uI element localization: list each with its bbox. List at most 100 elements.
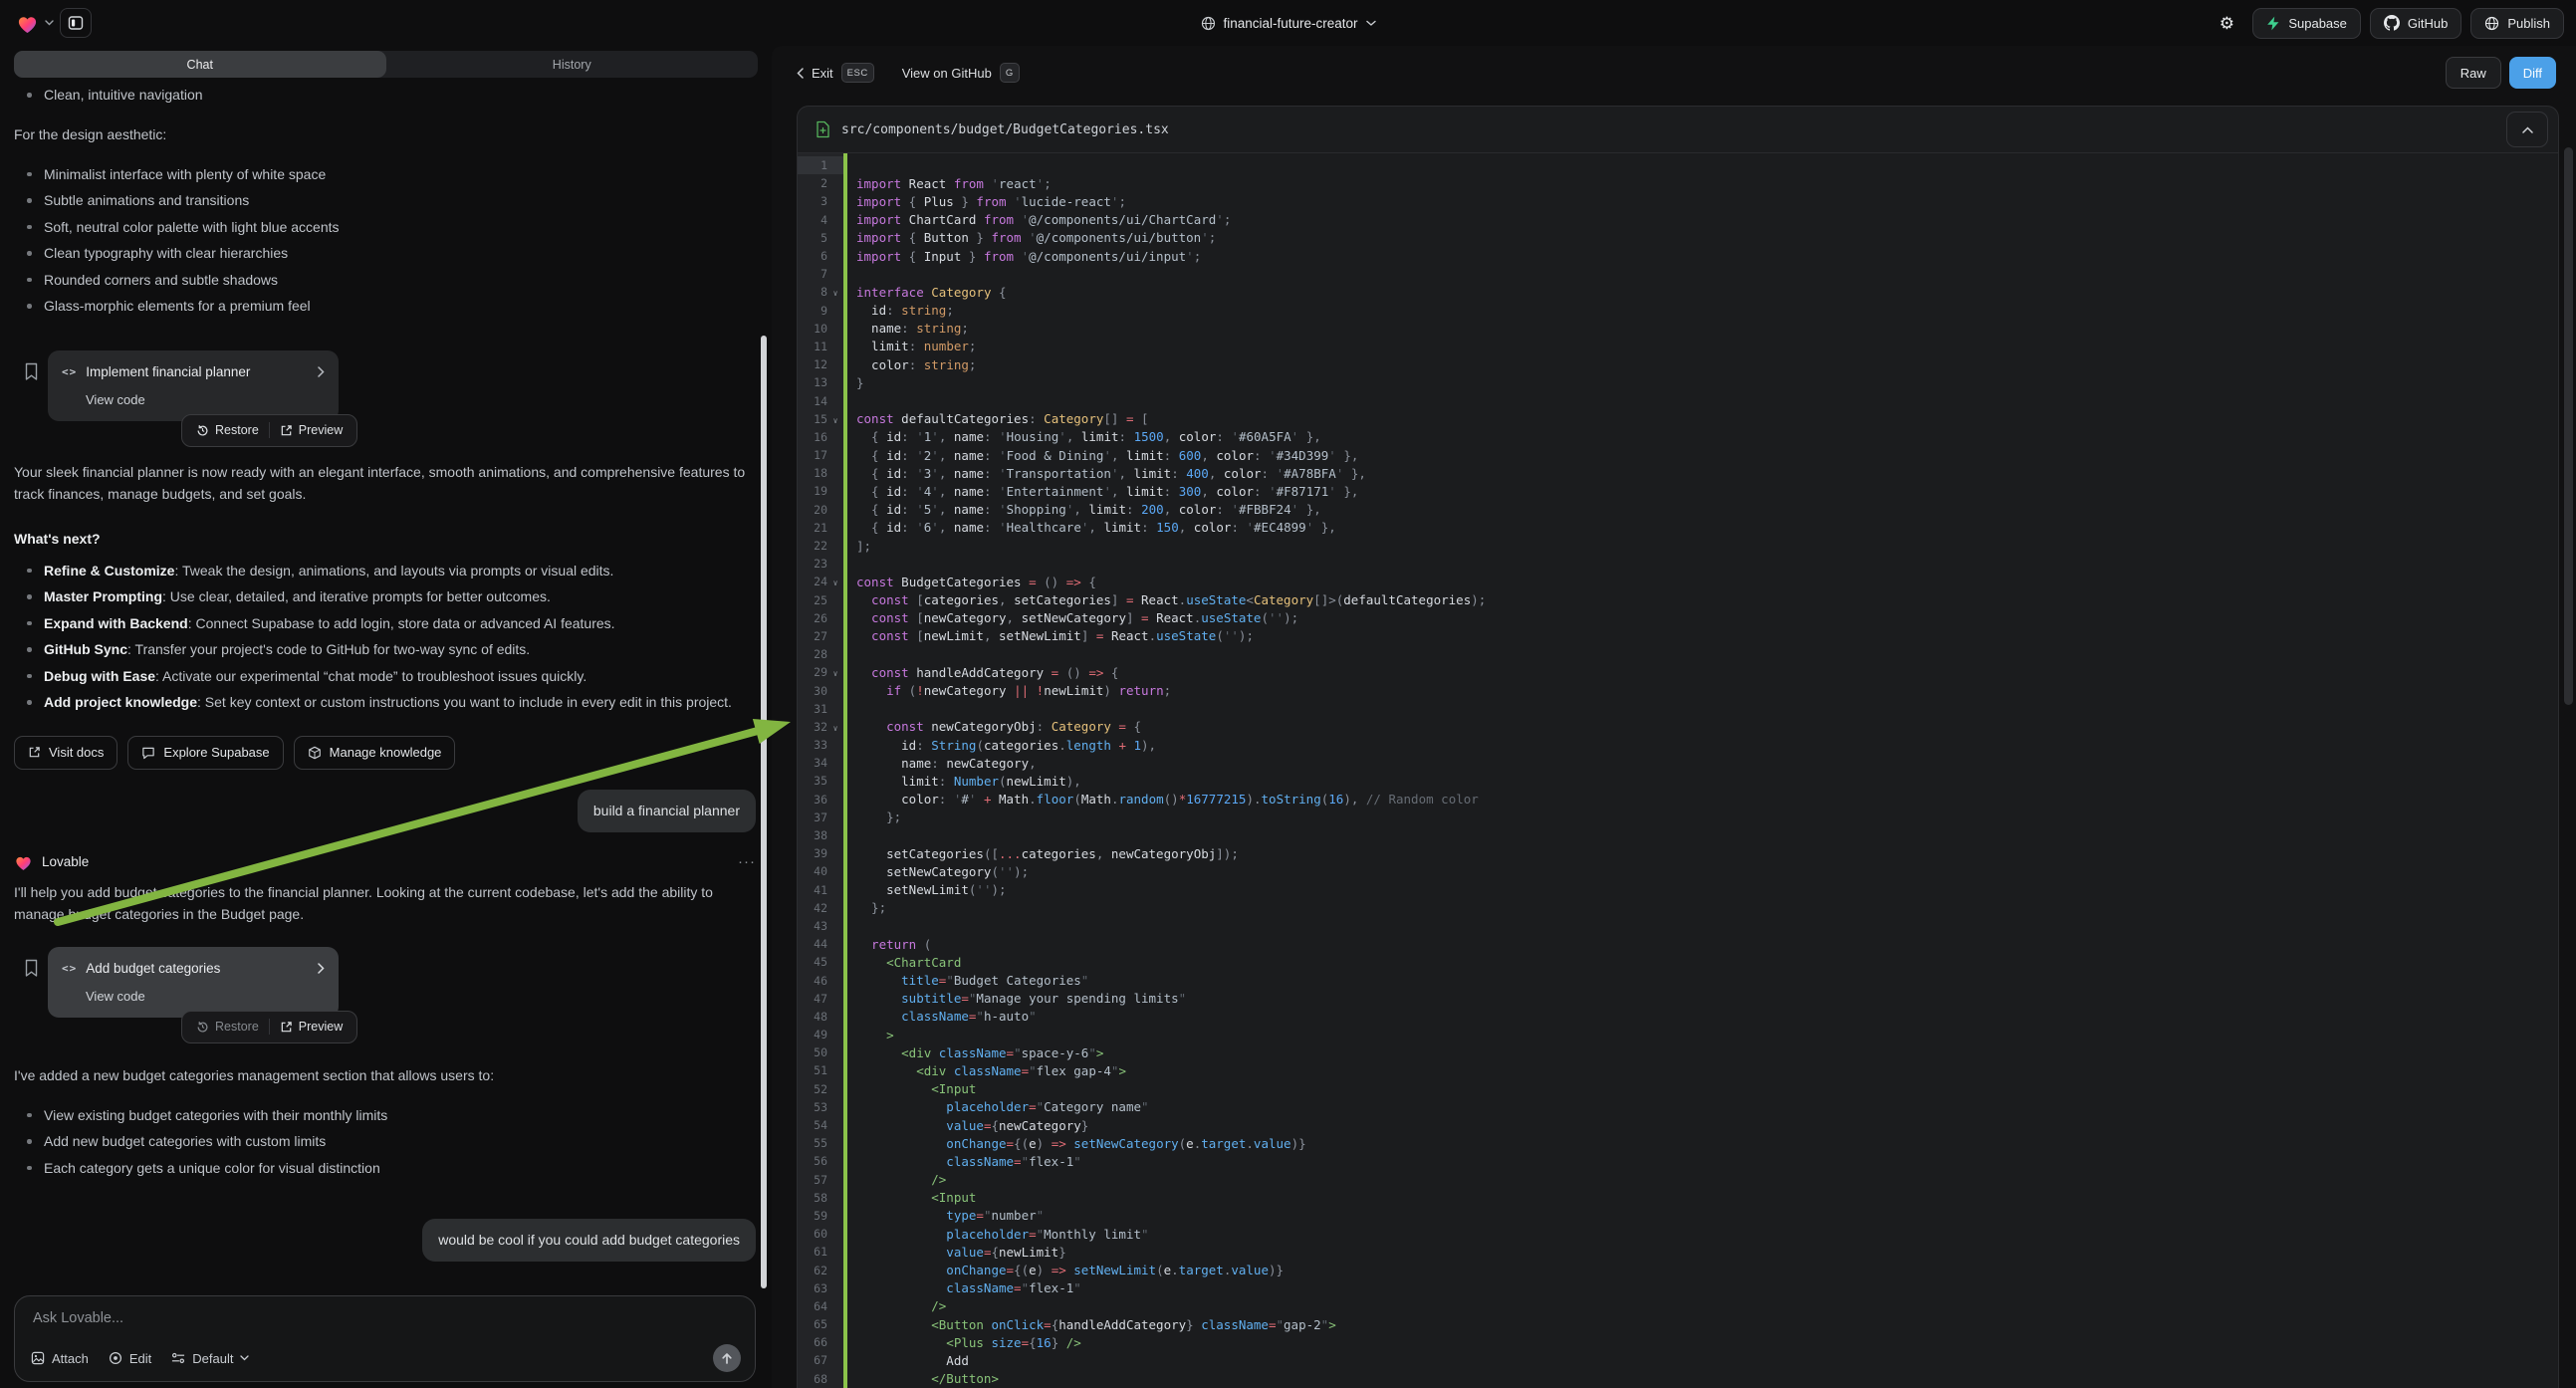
tab-chat[interactable]: Chat: [14, 51, 386, 78]
fold-gutter: [827, 363, 843, 366]
fold-gutter: [827, 164, 843, 167]
fold-chevron-icon[interactable]: ∨: [827, 576, 843, 587]
fold-gutter: [827, 1323, 843, 1326]
code-line: 57 />: [798, 1171, 2558, 1189]
code-line: 20 { id: '5', name: 'Shopping', limit: 2…: [798, 501, 2558, 519]
fold-gutter: [827, 979, 843, 982]
code-line: 43: [798, 917, 2558, 935]
fold-gutter: [827, 1233, 843, 1236]
code-line: 37 };: [798, 809, 2558, 826]
collapse-file-button[interactable]: [2506, 112, 2548, 147]
sidebar-toggle-button[interactable]: [60, 8, 92, 38]
exit-button[interactable]: Exit esc: [797, 63, 874, 83]
code-text: id: string;: [843, 303, 954, 318]
bookmark-icon[interactable]: [14, 947, 48, 978]
chat-scrollbar[interactable]: [761, 336, 767, 1288]
mode-label: Default: [192, 1351, 233, 1366]
scrollbar-thumb[interactable]: [2564, 147, 2573, 705]
fold-gutter: [827, 834, 843, 837]
code-text: const [newLimit, setNewLimit] = React.us…: [843, 628, 1254, 643]
view-code-link[interactable]: View code: [86, 986, 325, 1008]
fold-gutter: [827, 1087, 843, 1090]
fold-chevron-icon[interactable]: ∨: [827, 721, 843, 733]
line-number: 23: [798, 557, 827, 571]
list-item: Master Prompting: Use clear, detailed, a…: [14, 583, 756, 610]
publish-button[interactable]: Publish: [2470, 8, 2564, 39]
manage-knowledge-label: Manage knowledge: [330, 745, 442, 760]
line-number: 21: [798, 521, 827, 535]
send-button[interactable]: [713, 1344, 741, 1372]
manage-knowledge-button[interactable]: Manage knowledge: [294, 736, 456, 770]
line-number: 67: [798, 1353, 827, 1367]
restore-button[interactable]: Restore: [186, 419, 269, 441]
code-line: 22];: [798, 537, 2558, 555]
code-text: </Button>: [843, 1371, 999, 1386]
whats-next-list: Refine & Customize: Tweak the design, an…: [14, 558, 756, 716]
lovable-logo[interactable]: [16, 13, 39, 34]
line-number: 58: [798, 1191, 827, 1205]
line-number: 16: [798, 430, 827, 444]
code-text: placeholder="Monthly limit": [843, 1227, 1149, 1242]
line-number: 46: [798, 974, 827, 988]
fold-gutter: [827, 472, 843, 475]
fold-gutter: [827, 1377, 843, 1380]
chevron-left-icon: [797, 68, 804, 79]
attach-button[interactable]: Attach: [31, 1351, 89, 1366]
code-line: 42 };: [798, 899, 2558, 917]
code-line: 32∨ const newCategoryObj: Category = {: [798, 718, 2558, 736]
line-number: 1: [798, 158, 827, 172]
tab-history[interactable]: History: [386, 51, 759, 78]
code-line: 3import { Plus } from 'lucide-react';: [798, 192, 2558, 210]
chat-input[interactable]: [33, 1310, 695, 1326]
supabase-button[interactable]: Supabase: [2252, 8, 2361, 39]
fold-chevron-icon[interactable]: ∨: [827, 413, 843, 425]
fold-chevron-icon[interactable]: ∨: [827, 286, 843, 298]
fold-gutter: [827, 1286, 843, 1289]
github-button[interactable]: GitHub: [2370, 8, 2461, 39]
code-line: 56 className="flex-1": [798, 1152, 2558, 1170]
chevron-down-icon[interactable]: [45, 20, 54, 26]
fold-gutter: [827, 1160, 843, 1163]
view-on-github-button[interactable]: View on GitHub G: [902, 63, 1020, 83]
code-line: 26 const [newCategory, setNewCategory] =…: [798, 609, 2558, 627]
code-line: 39 setCategories([...categories, newCate…: [798, 844, 2558, 862]
version-card[interactable]: <> Implement financial planner View code: [48, 350, 339, 421]
fold-gutter: [827, 1124, 843, 1127]
line-number: 13: [798, 375, 827, 389]
code-area[interactable]: 12import React from 'react';3import { Pl…: [798, 153, 2558, 1388]
fold-gutter: [827, 744, 843, 747]
bookmark-icon[interactable]: [14, 350, 48, 381]
mode-selector[interactable]: Default: [171, 1351, 249, 1366]
line-number: 22: [798, 539, 827, 553]
file-path: src/components/budget/BudgetCategories.t…: [841, 122, 1169, 137]
view-code-link[interactable]: View code: [86, 389, 325, 411]
diff-toggle-button[interactable]: Diff: [2509, 57, 2556, 89]
visit-docs-button[interactable]: Visit docs: [14, 736, 117, 770]
code-line: 53 placeholder="Category name": [798, 1098, 2558, 1116]
raw-toggle-button[interactable]: Raw: [2446, 57, 2501, 89]
fold-gutter: [827, 454, 843, 457]
line-number: 3: [798, 194, 827, 208]
project-switcher[interactable]: financial-future-creator: [1200, 0, 1375, 46]
code-text: const [categories, setCategories] = Reac…: [843, 592, 1486, 607]
more-options-icon[interactable]: ···: [738, 851, 756, 873]
code-text: interface Category {: [843, 285, 1007, 300]
line-number: 54: [798, 1118, 827, 1132]
assistant-text: I'll help you add budget categories to t…: [14, 881, 756, 925]
fold-chevron-icon[interactable]: ∨: [827, 666, 843, 678]
editor-scrollbar[interactable]: [2564, 106, 2573, 1388]
restore-button[interactable]: Restore: [186, 1016, 269, 1038]
version-card[interactable]: <> Add budget categories View code: [48, 947, 339, 1018]
line-number: 44: [798, 937, 827, 951]
edit-mode-button[interactable]: Edit: [109, 1351, 151, 1366]
fold-gutter: [827, 707, 843, 710]
file-header[interactable]: src/components/budget/BudgetCategories.t…: [798, 107, 2558, 153]
settings-button[interactable]: ⚙: [2210, 8, 2243, 39]
preview-button[interactable]: Preview: [270, 419, 352, 441]
chat-history-tabs: Chat History: [14, 51, 758, 78]
explore-supabase-button[interactable]: Explore Supabase: [127, 736, 283, 770]
diff-added-indicator: [843, 153, 847, 1388]
line-number: 53: [798, 1100, 827, 1114]
preview-button[interactable]: Preview: [270, 1016, 352, 1038]
code-line: 44 return (: [798, 935, 2558, 953]
